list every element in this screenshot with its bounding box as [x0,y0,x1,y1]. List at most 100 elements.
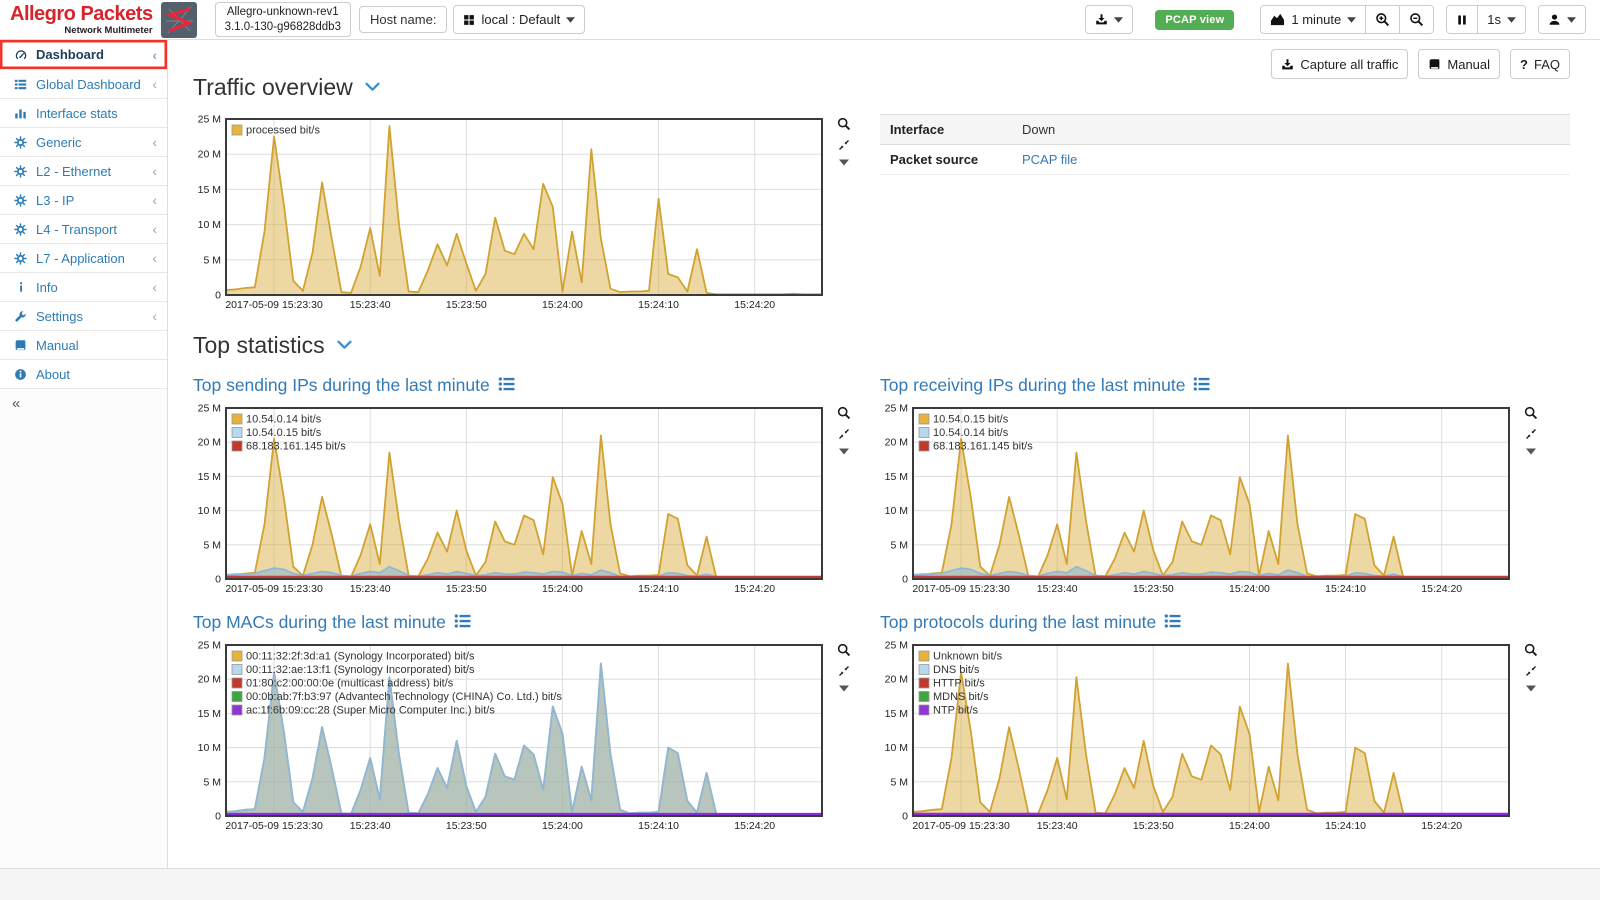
top-protocols-chart: 2017-05-09 15:23:3015:23:4015:23:5015:24… [880,640,1512,833]
svg-text:15:24:10: 15:24:10 [1325,583,1366,595]
chart-zoom-button[interactable] [837,406,851,420]
chart-compress-button[interactable] [838,665,850,677]
table-row: InterfaceDown [880,115,1570,145]
top-sending-ips-panel: Top sending IPs during the last minute 2… [193,363,856,596]
download-icon [1095,13,1108,26]
chart-collapse-button[interactable] [839,448,849,455]
sidebar-item-manual[interactable]: Manual [0,330,167,359]
svg-text:20 M: 20 M [885,674,908,686]
sidebar-collapse-button[interactable]: « [0,388,167,417]
svg-text:10.54.0.14 bit/s: 10.54.0.14 bit/s [246,414,322,426]
svg-text:20 M: 20 M [198,437,221,449]
list-icon [454,612,471,633]
chart-compress-button[interactable] [838,139,850,151]
grid-icon [463,14,475,26]
info-circle-icon [12,368,29,381]
svg-text:15:23:40: 15:23:40 [350,820,391,832]
interval-selector-label: 1 minute [1291,12,1341,27]
chevron-left-icon: ‹ [152,309,157,323]
manual-button-label: Manual [1447,57,1490,72]
gear-icon [12,194,29,207]
sidebar-item-info[interactable]: Info‹ [0,272,167,301]
chart-tools [833,114,855,166]
chevron-left-icon: ‹ [152,164,157,178]
svg-text:15:24:00: 15:24:00 [1229,820,1270,832]
svg-text:15:23:50: 15:23:50 [446,299,487,311]
faq-button[interactable]: ? FAQ [1510,49,1570,79]
chevron-down-icon[interactable] [363,78,382,97]
svg-text:0: 0 [902,811,908,823]
chart-compress-button[interactable] [1525,665,1537,677]
sidebar-item-l3-ip[interactable]: L3 - IP‹ [0,185,167,214]
svg-text:15:24:10: 15:24:10 [1325,820,1366,832]
svg-text:2017-05-09 15:23:30: 2017-05-09 15:23:30 [912,583,1010,595]
magnifier-icon [837,645,851,660]
sidebar-item-about[interactable]: About [0,359,167,388]
sidebar-item-global-dashboard[interactable]: Global Dashboard‹ [0,69,167,98]
scope-selector[interactable]: local : Default [453,5,585,34]
sidebar-item-l2-ethernet[interactable]: L2 - Ethernet‹ [0,156,167,185]
chevron-left-icon: ‹ [152,48,157,62]
zoom-out-button[interactable] [1399,5,1434,34]
chevron-left-icon: ‹ [152,222,157,236]
sidebar-item-interface-stats[interactable]: Interface stats [0,98,167,127]
chart-collapse-button[interactable] [839,685,849,692]
table-row: Packet sourcePCAP file [880,145,1570,175]
svg-text:10 M: 10 M [198,505,221,517]
bar-chart-icon [12,107,29,120]
top-receiving-ips-title: Top receiving IPs during the last minute [880,375,1185,396]
user-menu-button[interactable] [1538,5,1586,34]
svg-text:15 M: 15 M [885,708,908,720]
chart-zoom-button[interactable] [1524,406,1538,420]
interval-selector[interactable]: 1 minute [1260,5,1366,34]
top-statistics-grid: Top sending IPs during the last minute 2… [193,363,1570,833]
sidebar-item-label: L3 - IP [36,193,74,208]
caret-down-icon [839,680,849,695]
capture-all-traffic-button[interactable]: Capture all traffic [1271,49,1408,79]
sidebar-item-l7-application[interactable]: L7 - Application‹ [0,243,167,272]
sidebar-item-settings[interactable]: Settings‹ [0,301,167,330]
caret-down-icon [1114,17,1123,23]
chart-collapse-button[interactable] [1526,448,1536,455]
svg-text:10 M: 10 M [885,742,908,754]
chart-tools [833,403,855,455]
chart-compress-button[interactable] [838,428,850,440]
chart-collapse-button[interactable] [839,159,849,166]
chart-compress-button[interactable] [1525,428,1537,440]
sidebar-item-label: L7 - Application [36,251,125,266]
chevron-down-icon[interactable] [335,336,354,355]
overview-row: 2017-05-09 15:23:3015:23:4015:23:5015:24… [193,114,1570,312]
top-sending-ips-title: Top sending IPs during the last minute [193,375,490,396]
refresh-interval-selector[interactable]: 1s [1477,5,1526,34]
zoom-in-button[interactable] [1365,5,1400,34]
chart-zoom-button[interactable] [1524,643,1538,657]
svg-text:25 M: 25 M [198,640,221,652]
scope-selector-label: local : Default [481,12,560,27]
sidebar-item-label: L4 - Transport [36,222,117,237]
top-receiving-ips-title-link[interactable]: Top receiving IPs during the last minute [880,375,1210,396]
svg-text:5 M: 5 M [203,254,221,266]
sidebar-item-generic[interactable]: Generic‹ [0,127,167,156]
sidebar-item-dashboard[interactable]: Dashboard‹ [0,40,167,69]
chart-zoom-button[interactable] [837,643,851,657]
top-protocols-title-link[interactable]: Top protocols during the last minute [880,612,1181,633]
chart-collapse-button[interactable] [1526,685,1536,692]
wrench-icon [12,310,29,323]
magnifier-icon [1524,408,1538,423]
pause-button[interactable] [1446,5,1478,34]
svg-text:25 M: 25 M [198,114,221,126]
pcap-file-link[interactable]: PCAP file [1022,152,1077,167]
top-statistics-heading: Top statistics [193,332,1570,359]
top-macs-title-link[interactable]: Top MACs during the last minute [193,612,471,633]
logo-mark-icon [161,2,197,38]
top-sending-ips-title-link[interactable]: Top sending IPs during the last minute [193,375,515,396]
svg-text:15:24:20: 15:24:20 [734,820,775,832]
gear-icon [12,252,29,265]
manual-button[interactable]: Manual [1418,49,1500,79]
sidebar-item-l4-transport[interactable]: L4 - Transport ‹ [0,214,167,243]
main-content: Capture all traffic Manual ? FAQ Traffic… [168,40,1600,900]
svg-text:00:0b:ab:7f:b3:97 (Advantech T: 00:0b:ab:7f:b3:97 (Advantech Technology … [246,691,562,703]
svg-text:20 M: 20 M [198,674,221,686]
download-menu-button[interactable] [1085,5,1133,34]
chart-zoom-button[interactable] [837,117,851,131]
